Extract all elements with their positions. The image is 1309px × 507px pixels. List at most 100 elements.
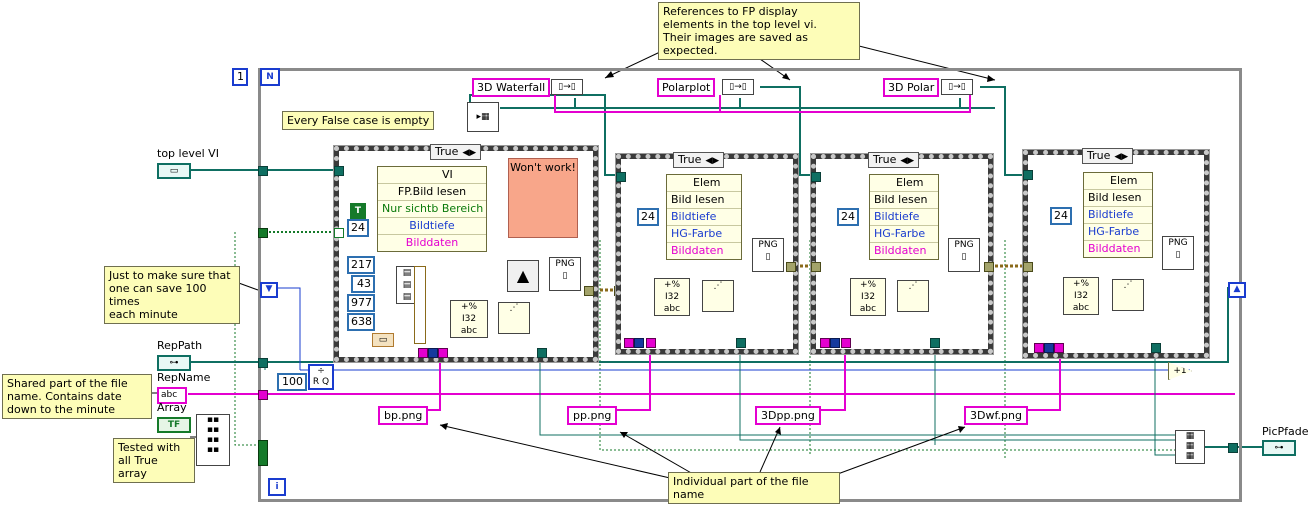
elem-bild-lesen-node-1[interactable]: Elem Bild lesen Bildtiefe HG-Farbe Bildd…: [666, 174, 742, 260]
top-level-vi-control[interactable]: ▭: [157, 163, 191, 179]
const-638[interactable]: 638: [347, 313, 375, 331]
loop-tunnel-out: [1228, 443, 1238, 453]
case3-tunnel-name-2: [841, 338, 851, 348]
case3-tunnel-img: [811, 262, 821, 272]
case3-tunnel-name-1: [820, 338, 830, 348]
filename-bp[interactable]: bp.png: [378, 406, 429, 425]
const-217[interactable]: 217: [347, 256, 375, 274]
rep-path-control[interactable]: ⊶: [157, 355, 191, 371]
case3-tunnel-i: [830, 338, 840, 348]
const-977[interactable]: 977: [347, 294, 375, 312]
case-selector-3[interactable]: True ◀▶: [868, 152, 920, 168]
shift-register-right-icon: ▲: [1228, 282, 1246, 298]
case2-tunnel-path-out: [736, 338, 746, 348]
depth-constant-1[interactable]: 24: [347, 219, 369, 237]
rep-name-label: RepName: [157, 371, 211, 384]
loop-tunnel-path: [258, 358, 268, 368]
ref-polarplot-to-var-icon: ▯→▯: [722, 79, 754, 95]
ref-3d-waterfall[interactable]: 3D Waterfall: [472, 78, 551, 97]
case1-tunnel-i: [428, 348, 438, 358]
case1-tunnel-name-1: [418, 348, 428, 358]
case1-tunnel-vi: [334, 166, 344, 176]
case3-tunnel-img-out: [786, 262, 796, 272]
case4-tunnel-i: [1044, 343, 1054, 353]
ref-polar-to-var-icon: ▯→▯: [941, 79, 973, 95]
build-path-icon-2: ⋰: [702, 280, 734, 312]
loop-tunnel-vi: [258, 166, 268, 176]
case3-tunnel-path-out: [930, 338, 940, 348]
case4-tunnel-ref: [1023, 170, 1033, 180]
concat-string-icon-1: +% I32 abc: [450, 300, 488, 338]
picture-draw-icon: ▲: [507, 260, 539, 292]
elem-bild-lesen-node-3[interactable]: Elem Bild lesen Bildtiefe HG-Farbe Bildd…: [1083, 172, 1153, 258]
case4-tunnel-name-2: [1054, 343, 1064, 353]
quotient-icon: ÷ R Q: [308, 364, 334, 390]
case4-tunnel-path-out: [1151, 343, 1161, 353]
depth-constant-3[interactable]: 24: [837, 208, 859, 226]
note-individual-part: Individual part of the file name: [668, 472, 840, 504]
ref-polarplot[interactable]: Polarplot: [657, 78, 716, 97]
case4-tunnel-name-1: [1034, 343, 1044, 353]
note-tested-with: Tested with all True array: [113, 438, 195, 483]
case2-tunnel-i: [634, 338, 644, 348]
picpfade-label: PicPfade: [1262, 425, 1309, 438]
ref-3d-polar[interactable]: 3D Polar: [883, 78, 940, 97]
case-selector-4[interactable]: True ◀▶: [1082, 148, 1134, 164]
png-write-icon-1: PNG ▯: [549, 257, 581, 291]
case2-tunnel-name-2: [646, 338, 656, 348]
png-write-icon-2: PNG ▯: [752, 238, 784, 272]
case4-tunnel-img-out: [984, 262, 994, 272]
rep-path-label: RepPath: [157, 339, 203, 352]
array-control[interactable]: TF: [157, 417, 191, 433]
depth-constant-4[interactable]: 24: [1050, 207, 1072, 225]
ref-waterfall-to-var-icon: ▯→▯: [551, 79, 583, 95]
png-write-icon-3: PNG ▯: [948, 238, 980, 272]
concat-string-icon-2: +% I32 abc: [654, 278, 690, 316]
filename-pp[interactable]: pp.png: [567, 406, 618, 425]
note-shared-part: Shared part of the file name. Contains d…: [2, 374, 152, 419]
depth-constant-2[interactable]: 24: [637, 208, 659, 226]
concat-string-icon-4: +% I32 abc: [1063, 277, 1099, 315]
cluster-constant-icon[interactable]: ▭: [372, 333, 394, 347]
build-path-icon-4: ⋰: [1112, 279, 1144, 311]
loop-tunnel-array: [258, 228, 268, 238]
case2-tunnel-ref: [616, 172, 626, 182]
case1-tunnel-path-out: [537, 348, 547, 358]
iteration-terminal: i: [268, 478, 286, 496]
case1-tunnel-img: [584, 286, 594, 296]
array-label: Array: [157, 401, 187, 414]
build-path-icon-3: ⋰: [897, 280, 929, 312]
concat-string-icon-3: +% I32 abc: [850, 278, 886, 316]
wont-work-box: Won't work!: [508, 158, 578, 238]
case2-tunnel-name-1: [624, 338, 634, 348]
picpfade-indicator[interactable]: ⊶: [1262, 440, 1296, 456]
note-references: References to FP display elements in the…: [658, 2, 860, 60]
bool-array-constant-icon[interactable]: ▪▪ ▪▪ ▪▪ ▪▪: [196, 414, 230, 466]
case1-tunnel-name-2: [438, 348, 448, 358]
fp-bild-lesen-node[interactable]: VI FP.Bild lesen Nur sichtb Bereich Bild…: [377, 166, 487, 252]
note-just-to-make-sure: Just to make sure that one can save 100 …: [104, 266, 240, 324]
build-path-icon-1: ⋰: [498, 302, 530, 334]
const-100[interactable]: 100: [277, 373, 307, 391]
build-array-icon: ▦ ▦ ▦: [1175, 430, 1205, 464]
case1-selector-terminal: [334, 228, 344, 238]
filename-3dwf[interactable]: 3Dwf.png: [964, 406, 1028, 425]
loop-tunnel-name: [258, 390, 268, 400]
note-false-case: Every False case is empty: [282, 111, 435, 130]
case3-tunnel-ref: [811, 172, 821, 182]
case-selector-1[interactable]: True ◀▶: [430, 144, 482, 160]
bundle-cluster-icon: [414, 266, 426, 344]
shift-register-left-icon: ▼: [260, 282, 278, 298]
const-43[interactable]: 43: [351, 275, 375, 293]
loop-tunnel-array-in: [258, 440, 268, 466]
elem-bild-lesen-node-2[interactable]: Elem Bild lesen Bildtiefe HG-Farbe Bildd…: [869, 174, 939, 260]
bool-true-constant[interactable]: T: [350, 203, 366, 219]
loop-count-terminal: N: [260, 68, 280, 86]
png-write-icon-4: PNG ▯: [1162, 236, 1194, 270]
vi-ref-node-icon: ▸▦: [467, 102, 499, 132]
top-level-vi-label: top level VI: [157, 147, 219, 160]
loop-count-constant[interactable]: 1: [232, 68, 248, 86]
case4-tunnel-img: [1023, 262, 1033, 272]
case-selector-2[interactable]: True ◀▶: [673, 152, 725, 168]
filename-3dpp[interactable]: 3Dpp.png: [755, 406, 821, 425]
